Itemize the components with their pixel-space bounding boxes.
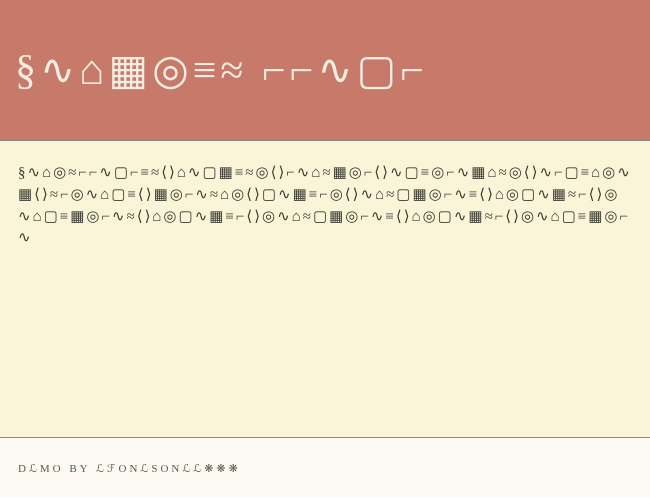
footer-bar: DℒMO BY ℒℱONℒSONℒℒ❋❋❋	[0, 438, 650, 498]
font-sample-text: §∿⌂◎≈⌐⌐∿▢⌐≡≈⟨⟩⌂∿▢▦≡≈◎⟨⟩⌐∿⌂≈▦◎⌐⟨⟩∿▢≡◎⌐∿▦⌂…	[18, 163, 632, 250]
credit-text: DℒMO BY ℒℱONℒSONℒℒ❋❋❋	[18, 462, 241, 475]
sample-area: §∿⌂◎≈⌐⌐∿▢⌐≡≈⟨⟩⌂∿▢▦≡≈◎⟨⟩⌐∿⌂≈▦◎⌐⟨⟩∿▢≡◎⌐∿▦⌂…	[0, 140, 650, 438]
header-banner: §∿⌂▦◎≡≈ ⌐⌐∿▢⌐	[0, 0, 650, 140]
font-title-display: §∿⌂▦◎≡≈ ⌐⌐∿▢⌐	[15, 45, 428, 95]
